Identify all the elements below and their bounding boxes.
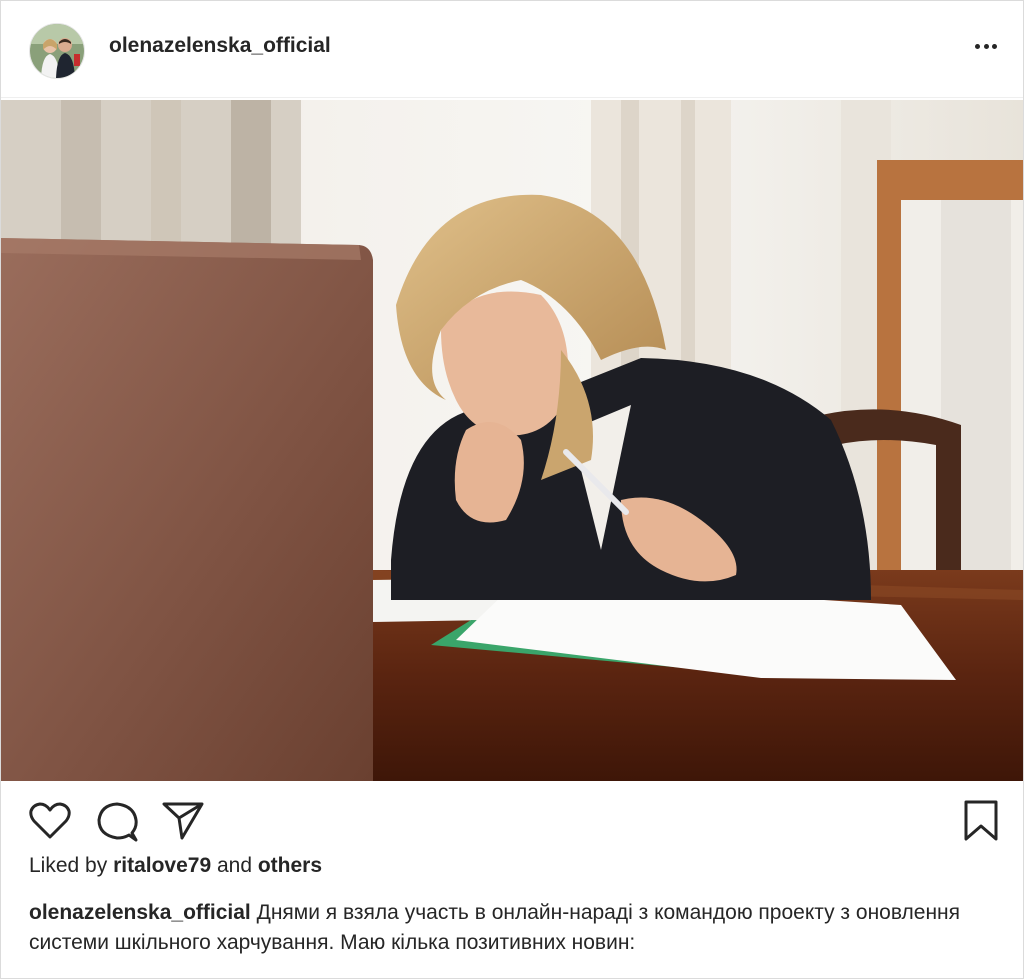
bookmark-icon[interactable] bbox=[963, 799, 999, 843]
heart-icon[interactable] bbox=[29, 802, 71, 840]
post-header: olenazelenska_official bbox=[1, 1, 1023, 98]
post-actions bbox=[1, 783, 1023, 859]
likes-line: Liked by ritalove79 and others bbox=[29, 854, 322, 878]
likes-others-link[interactable]: others bbox=[258, 854, 322, 877]
instagram-post: olenazelenska_official Liked by ritalove… bbox=[0, 0, 1024, 979]
caption-username[interactable]: olenazelenska_official bbox=[29, 901, 251, 924]
more-options-button[interactable] bbox=[975, 31, 997, 61]
more-horizontal-icon bbox=[975, 43, 980, 49]
post-image bbox=[1, 100, 1023, 781]
liked-by-user-link[interactable]: ritalove79 bbox=[113, 854, 211, 877]
more-dot bbox=[983, 43, 989, 49]
avatar[interactable] bbox=[29, 23, 85, 79]
comment-icon[interactable] bbox=[96, 801, 138, 843]
more-dot bbox=[992, 43, 997, 49]
paper-plane-icon[interactable] bbox=[162, 801, 204, 841]
post-username[interactable]: olenazelenska_official bbox=[109, 34, 331, 58]
post-caption: olenazelenska_official Днями я взяла уча… bbox=[29, 898, 989, 958]
post-photo[interactable] bbox=[1, 100, 1023, 781]
likes-prefix: Liked by bbox=[29, 854, 108, 877]
likes-and: and bbox=[216, 854, 253, 877]
profile-photo bbox=[30, 24, 84, 78]
